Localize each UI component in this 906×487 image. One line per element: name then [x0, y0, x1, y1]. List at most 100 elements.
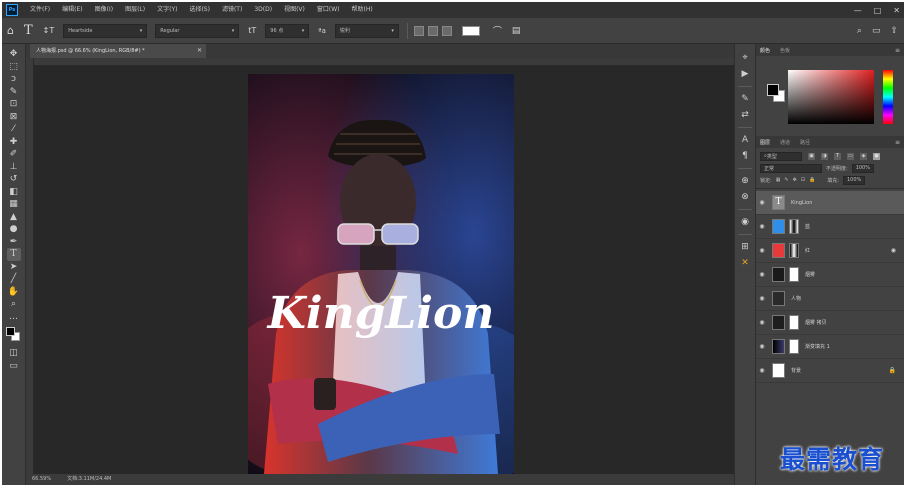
- tab-channels[interactable]: 通道: [780, 139, 790, 146]
- character-panel-icon[interactable]: ▤: [512, 26, 521, 36]
- visibility-eye-icon[interactable]: ◉: [756, 199, 768, 206]
- clone-stamp-tool-icon[interactable]: ⊥: [7, 161, 21, 174]
- tab-paths[interactable]: 路径: [800, 139, 810, 146]
- lock-pixels-icon[interactable]: ▦: [776, 177, 781, 183]
- workspace-icon[interactable]: ▭: [872, 26, 881, 36]
- pen-tool-icon[interactable]: ✒: [7, 236, 21, 249]
- menu-3d[interactable]: 3D(D): [248, 2, 278, 18]
- hand-tool-icon[interactable]: ✋: [7, 286, 21, 299]
- lock-position-icon[interactable]: ✥: [793, 177, 797, 183]
- crossed-tools-icon[interactable]: ✕: [741, 258, 749, 268]
- pixel-filter-icon[interactable]: ▣: [808, 152, 815, 160]
- adjustments-icon[interactable]: ⇄: [741, 110, 749, 120]
- dodge-tool-icon[interactable]: ●: [7, 223, 21, 236]
- layer-row[interactable]: ◉ 蓝: [756, 215, 904, 239]
- visibility-eye-icon[interactable]: ◉: [756, 367, 768, 374]
- blur-tool-icon[interactable]: ▲: [7, 211, 21, 224]
- panel-menu-icon[interactable]: ≡: [895, 139, 900, 146]
- menu-image[interactable]: 图像(I): [89, 2, 119, 18]
- hue-slider[interactable]: [883, 70, 893, 124]
- lock-image-icon[interactable]: ✎: [784, 177, 788, 183]
- foreground-color-swatch[interactable]: [767, 84, 779, 96]
- line-tool-icon[interactable]: ╱: [7, 273, 21, 286]
- brush-tool-icon[interactable]: ✐: [7, 148, 21, 161]
- visibility-eye-icon[interactable]: ◉: [756, 343, 768, 350]
- text-orientation-icon[interactable]: ↕T: [43, 26, 55, 35]
- layer-filter-select[interactable]: ⌕ 类型: [760, 151, 802, 161]
- history-brush-tool-icon[interactable]: ↺: [7, 173, 21, 186]
- document-canvas[interactable]: KingLion: [248, 74, 514, 474]
- move-tool-icon[interactable]: ✥: [7, 48, 21, 61]
- font-style-select[interactable]: Regular ▾: [155, 23, 240, 38]
- visibility-eye-icon[interactable]: ◉: [756, 319, 768, 326]
- type-filter-icon[interactable]: T: [834, 152, 841, 160]
- tab-swatches[interactable]: 色板: [780, 47, 790, 54]
- screen-mode-icon[interactable]: ▭: [7, 360, 21, 373]
- layer-row[interactable]: ◉ 人物: [756, 287, 904, 311]
- foreground-color-swatch[interactable]: [5, 327, 15, 336]
- anti-alias-select[interactable]: 锐利 ▾: [334, 23, 399, 38]
- menu-view[interactable]: 视图(V): [278, 2, 311, 18]
- menu-type[interactable]: 文字(Y): [151, 2, 183, 18]
- layer-effects-icon[interactable]: ◉: [891, 247, 896, 254]
- close-icon[interactable]: ✕: [197, 44, 202, 58]
- document-tab[interactable]: 人物海报.psd @ 66.6% (KingLion, RGB/8#) * ✕: [30, 44, 206, 58]
- home-icon[interactable]: ⌂: [7, 24, 14, 37]
- eraser-tool-icon[interactable]: ◧: [7, 186, 21, 199]
- layer-row[interactable]: ◉ 烟雾 拷贝: [756, 311, 904, 335]
- opacity-input[interactable]: 100%: [851, 163, 874, 173]
- lock-all-icon[interactable]: 🔒: [809, 177, 815, 183]
- frame-tool-icon[interactable]: ⊠: [7, 111, 21, 124]
- zoom-level[interactable]: 66.59%: [32, 474, 51, 485]
- eyedropper-tool-icon[interactable]: ⁄: [7, 123, 21, 136]
- menu-layer[interactable]: 图层(L): [119, 2, 151, 18]
- 3d-icon[interactable]: ◉: [741, 217, 749, 227]
- visibility-eye-icon[interactable]: ◉: [756, 295, 768, 302]
- align-left-icon[interactable]: [413, 25, 424, 36]
- filter-toggle-icon[interactable]: ●: [873, 152, 880, 160]
- gradient-tool-icon[interactable]: ▦: [7, 198, 21, 211]
- healing-brush-tool-icon[interactable]: ✚: [7, 136, 21, 149]
- visibility-eye-icon[interactable]: ◉: [756, 247, 768, 254]
- zoom-tool-icon[interactable]: ⌕: [7, 298, 21, 311]
- share-icon[interactable]: ⇪: [890, 26, 898, 36]
- layer-row[interactable]: ◉ 烟雾: [756, 263, 904, 287]
- close-icon[interactable]: ✕: [893, 6, 900, 15]
- align-right-icon[interactable]: [441, 25, 452, 36]
- lock-artboard-icon[interactable]: ⊡: [801, 177, 805, 183]
- crop-tool-icon[interactable]: ⊡: [7, 98, 21, 111]
- tool-presets-icon[interactable]: ⊗: [741, 192, 749, 202]
- brush-settings-icon[interactable]: ✎: [741, 94, 749, 104]
- menu-select[interactable]: 选择(S): [183, 2, 216, 18]
- font-size-select[interactable]: 96 点 ▾: [265, 23, 310, 38]
- smart-object-filter-icon[interactable]: ◈: [860, 152, 867, 160]
- menu-help[interactable]: 帮助(H): [346, 2, 379, 18]
- menu-filter[interactable]: 滤镜(T): [216, 2, 248, 18]
- color-picker-field[interactable]: [788, 70, 874, 124]
- quick-select-tool-icon[interactable]: ✎: [7, 86, 21, 99]
- shape-filter-icon[interactable]: ▭: [847, 152, 854, 160]
- type-tool-preset-icon[interactable]: T: [24, 23, 33, 38]
- layer-row[interactable]: ◉ T KingLion: [756, 191, 904, 215]
- adjustment-filter-icon[interactable]: ◑: [821, 152, 828, 160]
- warp-text-icon[interactable]: ⌒: [493, 24, 502, 37]
- menu-file[interactable]: 文件(F): [24, 2, 56, 18]
- layer-row[interactable]: ◉ 渐变填充 1: [756, 335, 904, 359]
- canvas-area[interactable]: KingLion: [34, 66, 734, 474]
- visibility-eye-icon[interactable]: ◉: [756, 271, 768, 278]
- layer-row[interactable]: ◉ 背景 🔒: [756, 359, 904, 383]
- color-swatches[interactable]: [5, 327, 22, 341]
- properties-icon[interactable]: ⊞: [741, 242, 749, 252]
- text-color-swatch[interactable]: [461, 25, 480, 36]
- search-icon[interactable]: ⌕: [857, 26, 862, 36]
- visibility-eye-icon[interactable]: ◉: [756, 223, 768, 230]
- clone-source-icon[interactable]: ⊕: [741, 176, 749, 186]
- actions-play-icon[interactable]: ▶: [742, 69, 749, 79]
- maximize-icon[interactable]: □: [874, 6, 882, 15]
- font-family-select[interactable]: Heartside ▾: [63, 23, 148, 38]
- history-icon[interactable]: ⌖: [742, 53, 747, 63]
- quick-mask-icon[interactable]: ◫: [7, 347, 21, 360]
- lasso-tool-icon[interactable]: ↄ: [7, 73, 21, 86]
- tab-layers[interactable]: 图层: [760, 139, 770, 146]
- type-tool-icon[interactable]: T: [6, 248, 21, 261]
